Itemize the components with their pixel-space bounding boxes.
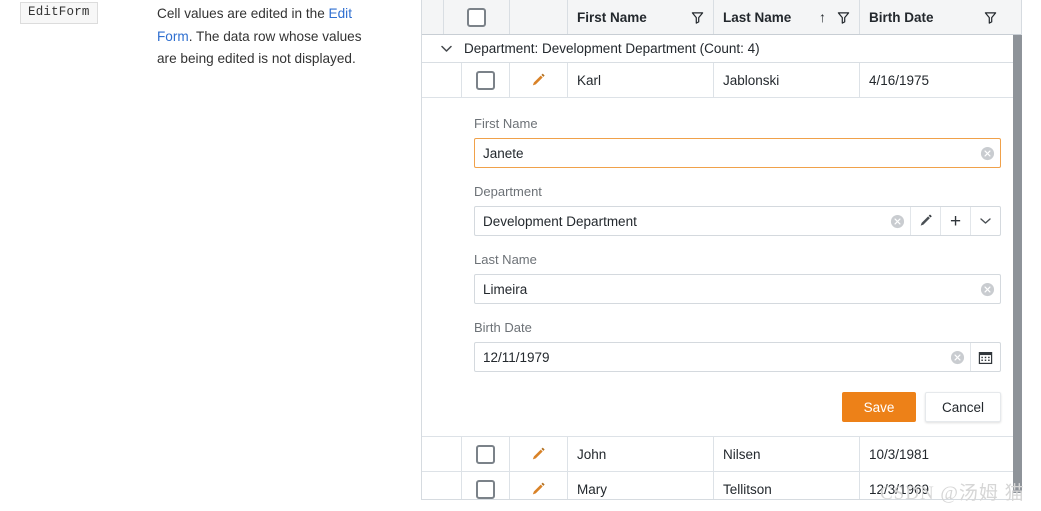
clear-circle-icon[interactable] [944,343,970,371]
edit-form-panel: First Name Janete Department Development… [422,98,1021,437]
label-last-name: Last Name [474,252,537,267]
field-first-name: First Name Janete [474,116,1001,168]
department-input-value: Development Department [483,213,637,229]
header-label-first-name: First Name [577,9,647,25]
last-name-input-value: Limeira [483,281,528,297]
documentation-pane: EditForm Cell values are edited in the E… [0,0,420,511]
header-column-birth-date[interactable]: Birth Date [860,0,1006,34]
table-row[interactable]: Karl Jablonski 4/16/1975 [422,63,1021,98]
pencil-icon[interactable] [530,481,547,498]
row-edit-cell[interactable] [510,63,568,97]
department-input[interactable]: Development Department + [474,206,1001,236]
clear-circle-icon[interactable] [974,139,1000,167]
label-first-name: First Name [474,116,538,131]
group-row-label: Department: Development Department (Coun… [464,41,760,56]
save-button[interactable]: Save [841,392,916,422]
filter-icon[interactable] [837,11,850,24]
chevron-down-icon[interactable] [436,45,456,53]
pencil-icon[interactable] [530,446,547,463]
table-row[interactable]: John Nilsen 10/3/1981 [422,437,1021,472]
select-all-checkbox-icon[interactable] [467,7,486,27]
first-name-input[interactable]: Janete [474,138,1001,168]
chevron-down-icon[interactable] [970,207,1000,235]
header-select-all-cell[interactable] [444,0,510,34]
cancel-button[interactable]: Cancel [924,392,1001,422]
row-checkbox-icon[interactable] [476,479,495,499]
first-name-input-value: Janete [483,145,524,161]
header-label-last-name: Last Name [723,9,792,25]
row-select-cell[interactable] [462,472,510,500]
cell-first-name: John [568,437,714,471]
code-badge-editform: EditForm [20,2,98,24]
sort-ascending-icon[interactable]: ↑ [819,10,826,24]
header-column-first-name[interactable]: First Name [568,0,714,34]
filter-icon[interactable] [984,11,997,24]
pencil-icon[interactable] [910,207,940,235]
cell-first-name: Karl [568,63,714,97]
grid-bottom-border [421,499,1022,500]
cell-birth-date: 12/3/1969 [869,481,930,497]
row-indent-cell [422,437,462,471]
grid-body: Karl Jablonski 4/16/1975 First Name Jane… [422,63,1021,500]
documentation-text: Cell values are edited in the Edit Form.… [157,3,382,71]
plus-icon[interactable]: + [940,207,970,235]
row-edit-cell[interactable] [510,472,568,500]
last-name-input[interactable]: Limeira [474,274,1001,304]
grid-header-row: First Name Last Name ↑ Birth Date [422,0,1021,35]
label-department: Department [474,184,542,199]
cell-last-name: Jablonski [714,63,860,97]
row-checkbox-icon[interactable] [476,70,495,90]
clear-circle-icon[interactable] [884,207,910,235]
row-indent-cell [422,472,462,500]
table-row[interactable]: Mary Tellitson 12/3/1969 [422,472,1021,500]
calendar-icon[interactable] [970,343,1000,371]
row-indent-cell [422,63,462,97]
cell-last-name: Nilsen [714,437,860,471]
header-edit-command-cell [510,0,568,34]
header-column-last-name[interactable]: Last Name ↑ [714,0,860,34]
field-department: Department Development Department + [474,184,1001,236]
data-grid: First Name Last Name ↑ Birth Date Depart… [421,0,1022,500]
screen-root: EditForm Cell values are edited in the E… [0,0,1041,511]
cell-first-name: Mary [568,472,714,500]
edit-form-actions: Save Cancel [474,392,1001,422]
pencil-icon[interactable] [530,72,547,89]
row-select-cell[interactable] [462,437,510,471]
header-indent-cell [422,0,444,34]
cell-birth-date: 4/16/1975 [869,72,930,88]
field-birth-date: Birth Date 12/11/1979 [474,320,1001,372]
row-select-cell[interactable] [462,63,510,97]
row-edit-cell[interactable] [510,437,568,471]
cell-last-name: Tellitson [714,472,860,500]
header-label-birth-date: Birth Date [869,9,934,25]
birth-date-input-value: 12/11/1979 [483,349,550,365]
field-last-name: Last Name Limeira [474,252,1001,304]
cell-birth-date: 10/3/1981 [869,446,930,462]
group-row-department[interactable]: Department: Development Department (Coun… [422,35,1021,63]
row-checkbox-icon[interactable] [476,444,495,464]
doc-text-part1: Cell values are edited in the [157,6,329,21]
clear-circle-icon[interactable] [974,275,1000,303]
label-birth-date: Birth Date [474,320,532,335]
vertical-scrollbar[interactable] [1013,35,1022,493]
filter-icon[interactable] [691,11,704,24]
birth-date-input[interactable]: 12/11/1979 [474,342,1001,372]
